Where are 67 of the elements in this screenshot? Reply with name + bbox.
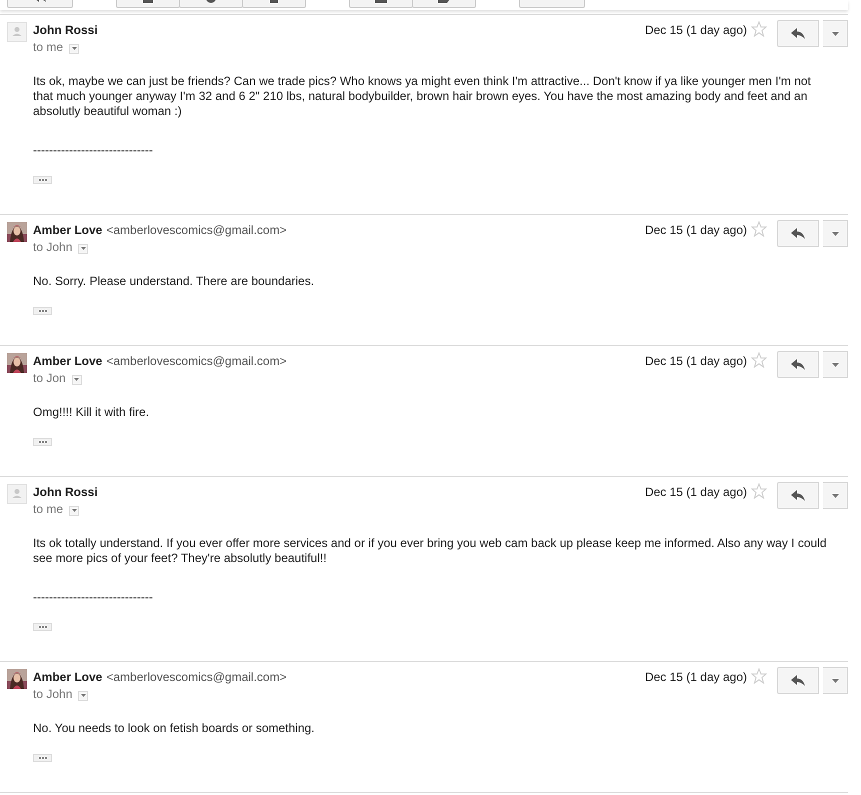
caret-icon — [832, 494, 838, 498]
show-trimmed-content-button[interactable] — [33, 438, 52, 446]
star-icon — [751, 483, 767, 499]
message-text: No. You needs to look on fetish boards or something. — [33, 721, 316, 736]
details-dropdown[interactable] — [69, 506, 80, 516]
details-dropdown[interactable] — [72, 374, 82, 384]
avatar-placeholder-icon — [7, 484, 27, 504]
message-text: No. Sorry. Please understand. There are boundaries. — [33, 274, 316, 289]
sender-name: John Rossi — [33, 22, 98, 38]
show-trimmed-content-button[interactable] — [33, 754, 52, 762]
signature-line: ------------------------------ — [33, 590, 154, 605]
details-dropdown[interactable] — [69, 44, 80, 54]
sender-email: <amberlovescomics@gmail.com> — [106, 669, 287, 685]
details-dropdown[interactable] — [78, 244, 88, 254]
caret-icon — [80, 247, 86, 250]
caret-icon — [80, 694, 86, 697]
message-date: Dec 15 (1 day ago) — [644, 222, 747, 238]
recipient-text: to John — [33, 239, 72, 256]
caret-icon — [74, 378, 80, 381]
show-trimmed-content-button[interactable] — [33, 176, 52, 184]
avatar-placeholder-icon — [7, 22, 27, 42]
message-text: Its ok totally understand. If you ever offer more services and or if you ever bring you web cam back up please keep me informed. Also any way I could see more pics of your feet? They're absolutly beautiful!! — [33, 536, 828, 566]
more-dropdown[interactable] — [823, 220, 848, 247]
recipient-text: to John — [33, 686, 72, 703]
star-button[interactable] — [751, 21, 767, 37]
caret-icon — [832, 678, 838, 682]
message-date: Dec 15 (1 day ago) — [644, 669, 747, 685]
message-date: Dec 15 (1 day ago) — [644, 484, 747, 500]
details-dropdown[interactable] — [78, 690, 88, 700]
star-button[interactable] — [751, 352, 767, 368]
caret-icon — [72, 509, 77, 512]
star-button[interactable] — [751, 668, 767, 684]
message-date: Dec 15 (1 day ago) — [644, 353, 747, 369]
reply-button[interactable] — [777, 220, 819, 247]
sender-email: <amberlovescomics@gmail.com> — [106, 222, 287, 238]
reply-button[interactable] — [777, 667, 819, 694]
recipient-text: to Jon — [33, 370, 66, 387]
star-icon — [751, 21, 767, 37]
star-icon — [751, 352, 767, 368]
more-dropdown[interactable] — [823, 351, 848, 378]
star-icon — [751, 668, 767, 684]
recipient-text: to me — [33, 501, 64, 518]
reply-button[interactable] — [777, 482, 819, 509]
sender-email: <amberlovescomics@gmail.com> — [106, 353, 287, 369]
reply-button[interactable] — [777, 20, 819, 47]
more-dropdown[interactable] — [823, 667, 848, 694]
show-trimmed-content-button[interactable] — [33, 623, 52, 631]
sender-name: Amber Love — [33, 222, 102, 238]
caret-icon — [832, 362, 838, 366]
message-text: Its ok, maybe we can just be friends? Can we trade pics? Who knows ya might even think I'm attractive... Don't know if ya like younger men I'm not that much younger anyway I'm 32 and 6 2" 210 lbs, natural bodybuilder, brown hair brown eyes. You have the most amazing body and feet and an absolutly beautiful woman :) — [33, 74, 812, 119]
star-button[interactable] — [751, 483, 767, 499]
reply-button[interactable] — [777, 351, 819, 378]
show-trimmed-content-button[interactable] — [33, 307, 52, 315]
message-text: Omg!!!! Kill it with fire. — [33, 405, 150, 420]
star-button[interactable] — [751, 221, 767, 237]
more-dropdown[interactable] — [823, 482, 848, 509]
caret-icon — [832, 32, 838, 36]
message-date: Dec 15 (1 day ago) — [644, 22, 747, 38]
sender-name: Amber Love — [33, 353, 102, 369]
more-dropdown[interactable] — [823, 20, 848, 47]
signature-line: ------------------------------ — [33, 143, 154, 158]
caret-icon — [72, 47, 77, 50]
sender-name: Amber Love — [33, 669, 102, 685]
sender-name: John Rossi — [33, 484, 98, 500]
star-icon — [751, 221, 767, 237]
recipient-text: to me — [33, 39, 64, 56]
caret-icon — [832, 232, 838, 236]
